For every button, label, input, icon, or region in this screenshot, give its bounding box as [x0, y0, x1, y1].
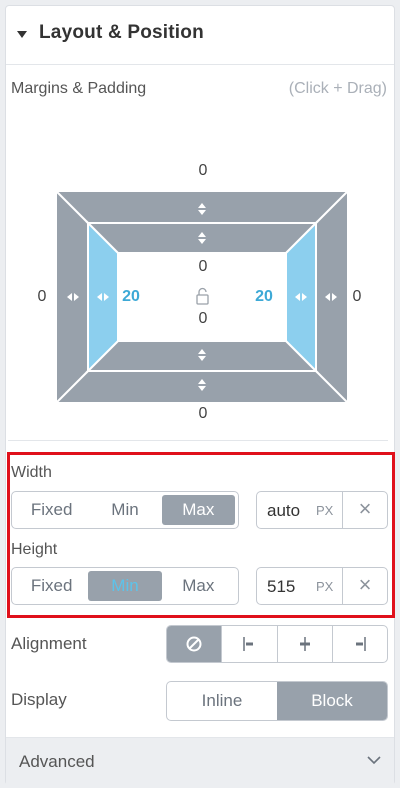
padding-bottom-value[interactable]: 0: [183, 310, 223, 328]
click-drag-hint: (Click + Drag): [288, 80, 387, 97]
width-unit[interactable]: PX: [316, 503, 333, 518]
align-left-button[interactable]: [221, 626, 276, 662]
width-min-option[interactable]: Min: [88, 495, 161, 525]
height-min-option[interactable]: Min: [88, 571, 162, 601]
align-left-icon: [243, 637, 254, 651]
alignment-toggle[interactable]: [166, 625, 388, 663]
width-mode-toggle[interactable]: Fixed Min Max: [11, 491, 239, 529]
layout-position-panel: Layout & Position Margins & Padding (Cli…: [5, 5, 395, 785]
width-max-option[interactable]: Max: [161, 495, 235, 525]
height-max-option[interactable]: Max: [162, 571, 235, 601]
width-fixed-option[interactable]: Fixed: [15, 495, 88, 525]
none-icon: [186, 636, 202, 652]
align-right-button[interactable]: [331, 626, 387, 662]
section-title: Layout & Position: [39, 22, 204, 43]
box-model-editor[interactable]: [56, 191, 348, 403]
height-value-field[interactable]: 515 PX ×: [256, 567, 388, 605]
caret-down-icon[interactable]: [17, 31, 27, 38]
margin-top-value[interactable]: 0: [183, 162, 223, 180]
height-fixed-option[interactable]: Fixed: [15, 571, 88, 601]
section-header[interactable]: Layout & Position: [6, 6, 394, 65]
margin-bottom-value[interactable]: 0: [183, 405, 223, 423]
alignment-label: Alignment: [11, 634, 87, 653]
chevron-down-icon[interactable]: [366, 752, 382, 768]
align-center-button[interactable]: [276, 626, 332, 662]
display-block-option[interactable]: Block: [277, 682, 387, 720]
height-unit[interactable]: PX: [316, 579, 333, 594]
padding-left-value[interactable]: 20: [111, 288, 151, 306]
align-right-icon: [355, 637, 366, 651]
height-value[interactable]: 515: [267, 577, 295, 597]
height-mode-toggle[interactable]: Fixed Min Max: [11, 567, 239, 605]
align-center-icon: [299, 637, 310, 651]
width-label: Width: [11, 464, 52, 481]
margin-right-value[interactable]: 0: [337, 288, 377, 306]
align-none-button[interactable]: [167, 626, 222, 662]
display-inline-option[interactable]: Inline: [167, 682, 277, 720]
display-label: Display: [11, 690, 67, 709]
width-value-field[interactable]: auto PX ×: [256, 491, 388, 529]
width-value[interactable]: auto: [267, 501, 300, 521]
height-clear-icon[interactable]: ×: [342, 568, 387, 604]
advanced-label: Advanced: [19, 752, 95, 771]
display-toggle[interactable]: Inline Block: [166, 681, 388, 721]
margin-left-value[interactable]: 0: [22, 288, 62, 306]
margins-padding-label: Margins & Padding: [11, 80, 147, 97]
padding-right-value[interactable]: 20: [244, 288, 284, 306]
divider: [8, 440, 388, 441]
height-label: Height: [11, 541, 58, 558]
padding-top-area[interactable]: [85, 222, 319, 254]
padding-top-value[interactable]: 0: [183, 258, 223, 276]
width-clear-icon[interactable]: ×: [342, 492, 387, 528]
advanced-section[interactable]: Advanced: [6, 737, 394, 785]
